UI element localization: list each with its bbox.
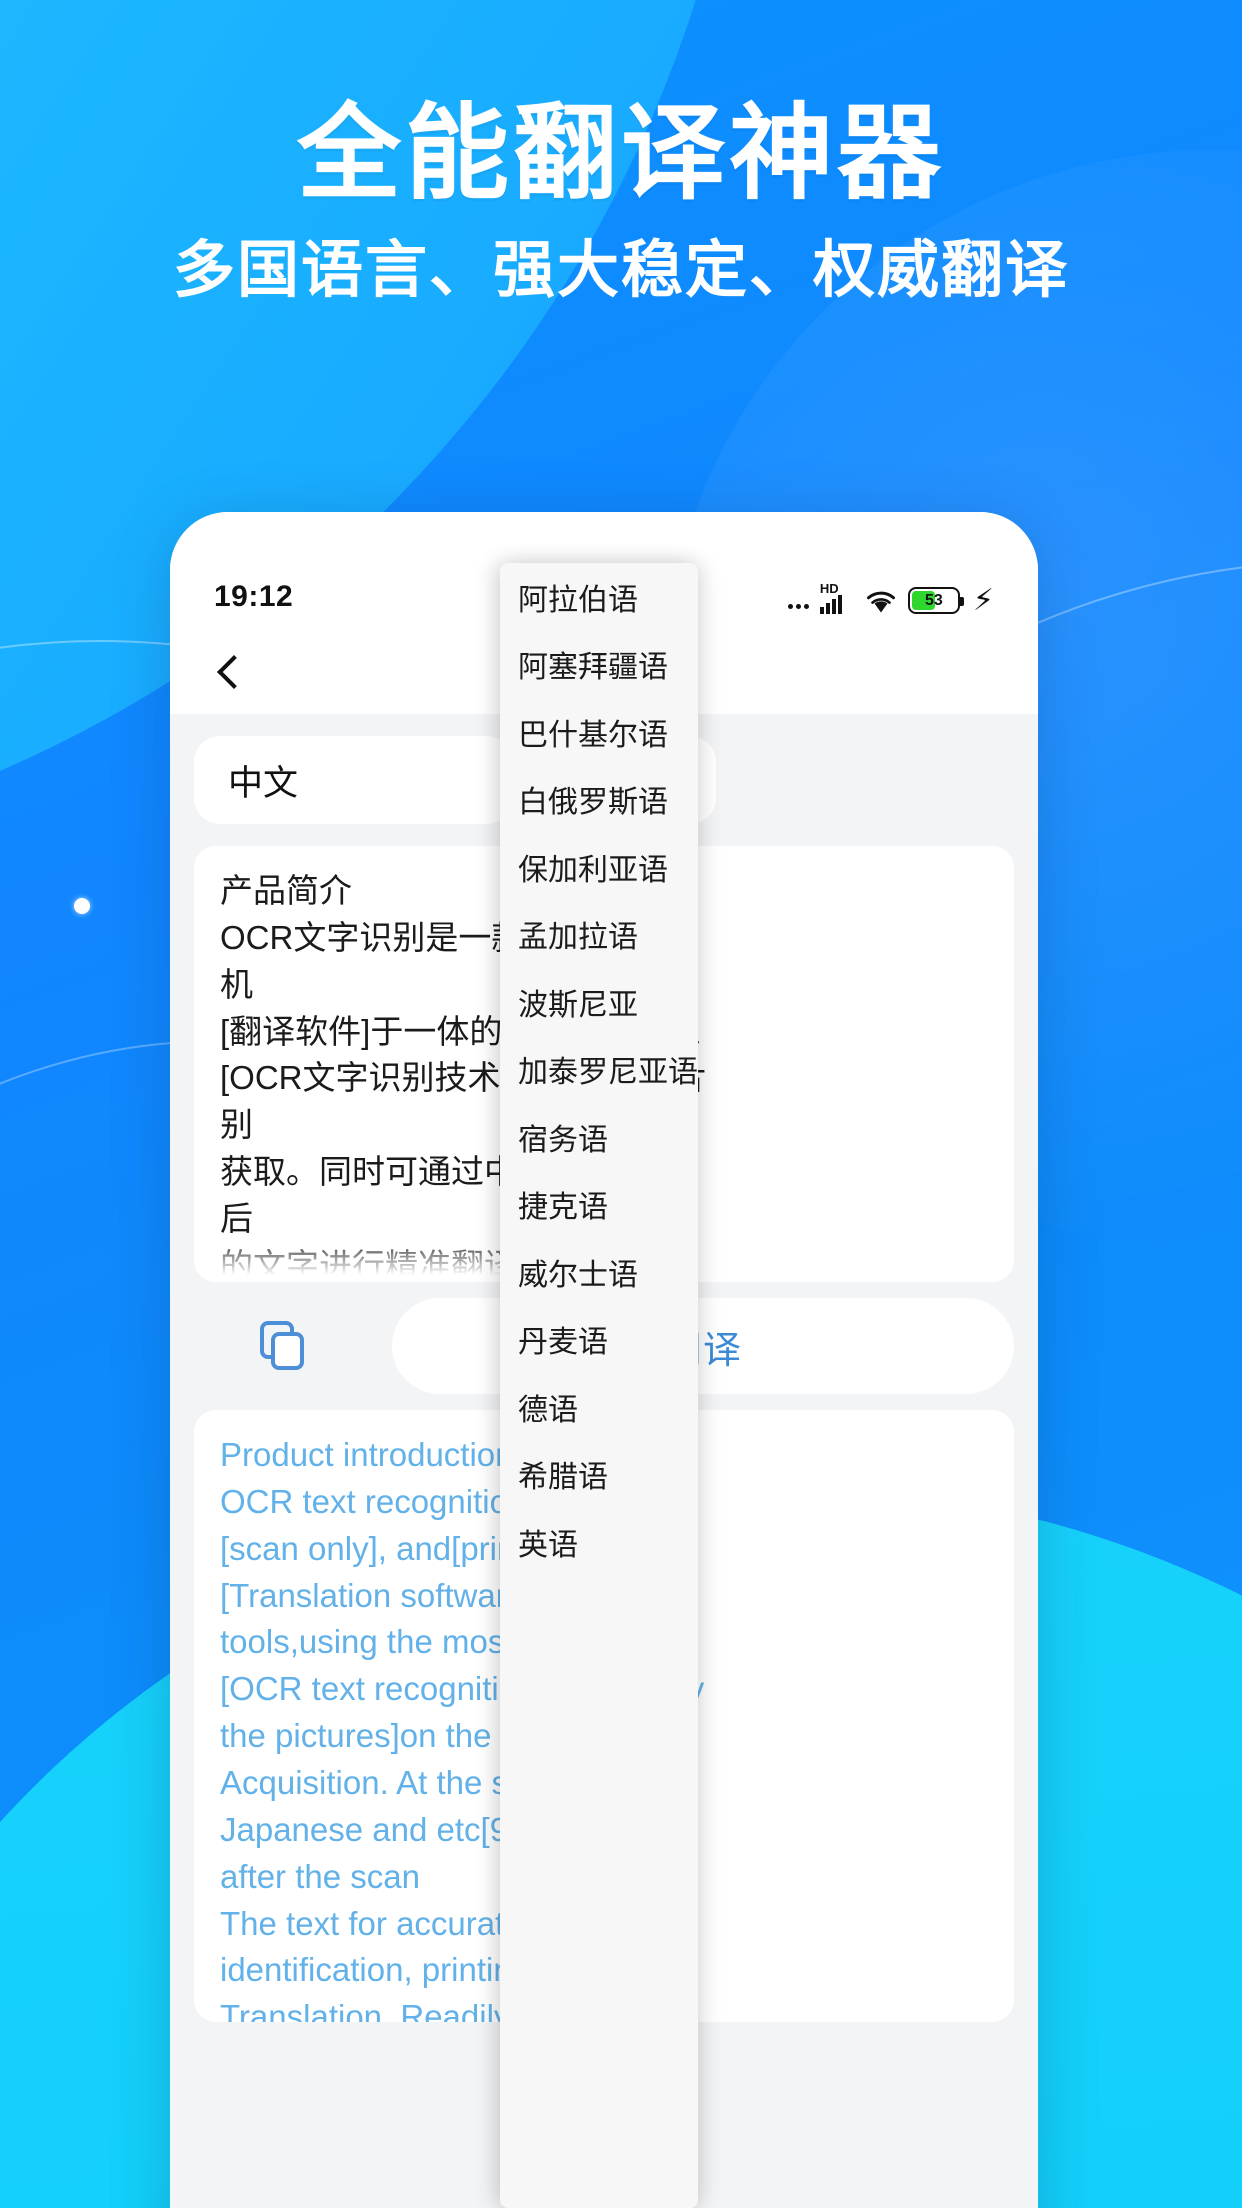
source-language-label: 中文 [228,763,299,803]
language-dropdown-list: 阿拉伯语 阿塞拜疆语 巴什基尔语 白俄罗斯语 保加利亚语 孟加拉语 波斯尼亚 加泰罗尼亚语 宿务… [500,563,698,1576]
language-option[interactable]: 宿务语 [500,1103,698,1171]
language-option[interactable]: 阿塞拜疆语 [500,631,698,699]
language-option[interactable]: 波斯尼亚 [500,968,698,1036]
language-option[interactable]: 希腊语 [500,1441,698,1509]
language-option[interactable]: 巴什基尔语 [500,698,698,766]
charging-bolt-icon: ⚡ [972,584,994,617]
copy-icon [260,1321,304,1370]
wifi-icon [866,591,895,613]
language-option[interactable]: 丹麦语 [500,1306,698,1374]
battery-icon: 53 [907,587,964,614]
promo-title: 全能翻译神器 [296,96,945,212]
promo-subtitle: 多国语言、强大稳定、权威翻译 [172,236,1069,306]
language-option[interactable]: 威尔士语 [500,1238,698,1306]
decor-dot-left [74,898,90,914]
cellular-signal-icon: HD [819,581,854,614]
source-language-selector[interactable]: 中文 [194,736,512,824]
copy-button[interactable] [194,1298,370,1394]
battery-percent: 53 [925,591,943,609]
language-option[interactable]: 阿拉伯语 [500,563,698,631]
hd-label: HD [819,581,839,596]
status-time: 19:12 [214,580,294,613]
language-option[interactable]: 英语 [500,1508,698,1576]
status-icons: HD 53 ⚡ [787,581,994,617]
language-dropdown[interactable]: 阿拉伯语 阿塞拜疆语 巴什基尔语 白俄罗斯语 保加利亚语 孟加拉语 波斯尼亚 加泰罗尼亚语 宿务… [500,563,698,2208]
language-option[interactable]: 孟加拉语 [500,901,698,969]
language-option[interactable]: 加泰罗尼亚语 [500,1036,698,1104]
language-option[interactable]: 保加利亚语 [500,833,698,901]
more-dots-icon [787,604,809,609]
language-option[interactable]: 德语 [500,1373,698,1441]
language-option[interactable]: 白俄罗斯语 [500,766,698,834]
translate-button[interactable]: 翻译 [392,1298,1014,1394]
language-option[interactable]: 捷克语 [500,1171,698,1239]
promo-stage: 全能翻译神器 多国语言、强大稳定、权威翻译 19:12 HD 53 ⚡ 中文 产… [0,0,1242,2208]
promo-heading-block: 全能翻译神器 多国语言、强大稳定、权威翻译 [0,96,1242,309]
